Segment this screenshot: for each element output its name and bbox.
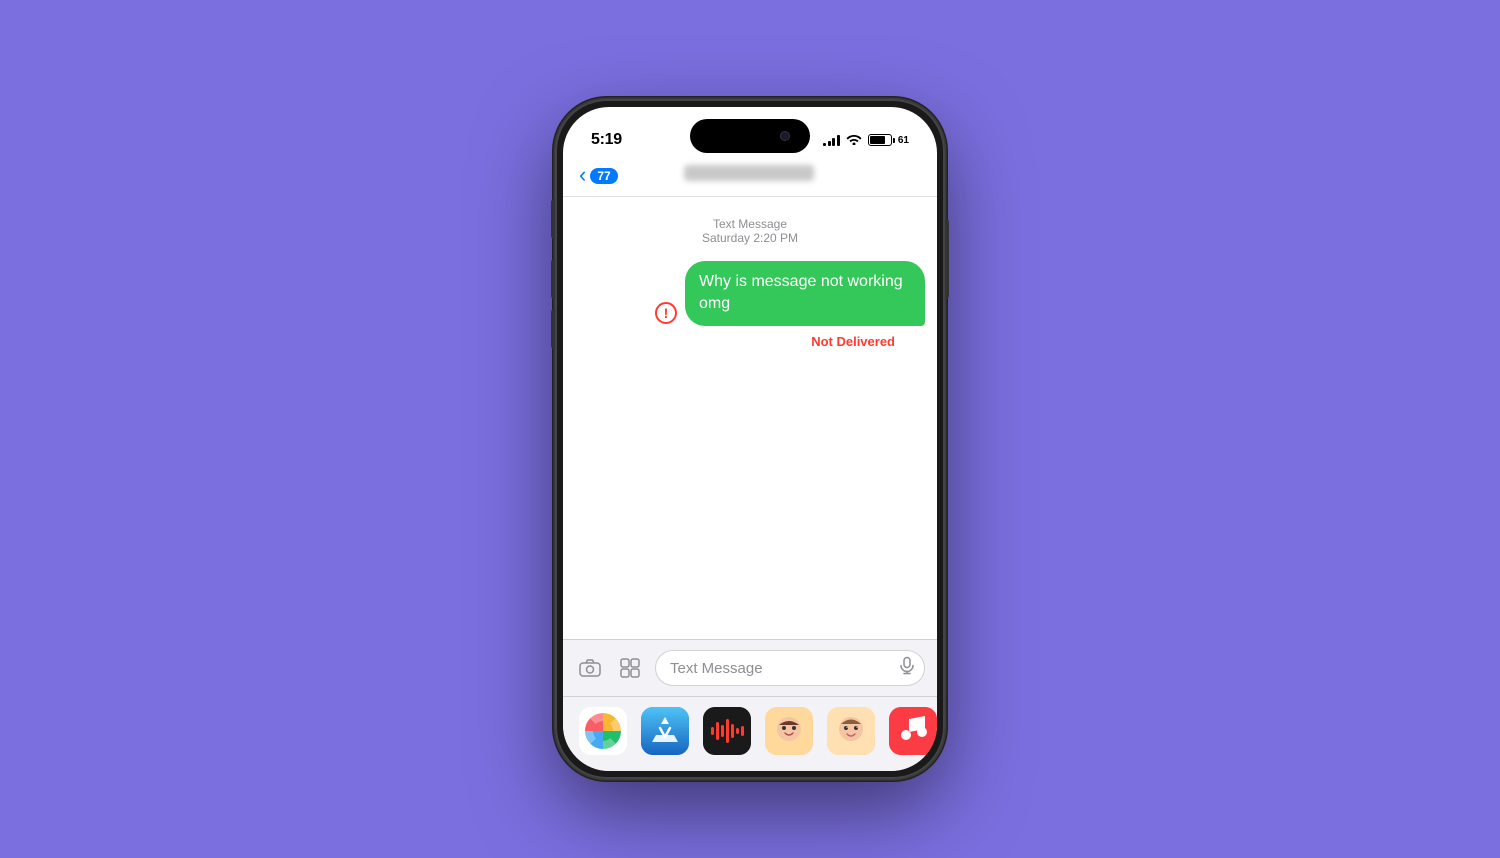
signal-bar-4	[837, 135, 840, 146]
contact-name[interactable]	[618, 165, 881, 186]
message-service-label: Text Message	[575, 217, 925, 231]
status-time: 5:19	[591, 131, 622, 149]
wifi-icon	[846, 133, 862, 148]
camera-dot	[780, 131, 790, 141]
messages-content: Text Message Saturday 2:20 PM ! Why is m…	[563, 197, 937, 639]
nav-bar: ‹ 77	[563, 159, 937, 197]
message-input-placeholder: Text Message	[670, 660, 763, 677]
dock-app-memoji2[interactable]	[827, 707, 875, 755]
dock-app-music[interactable]	[889, 707, 937, 755]
message-row-sent: ! Why is message not working omg	[575, 261, 925, 326]
status-bar: 5:19	[563, 107, 937, 159]
dock-app-voicememo[interactable]	[703, 707, 751, 755]
dock	[563, 696, 937, 771]
message-date-label: Saturday 2:20 PM	[575, 231, 925, 245]
back-button[interactable]: ‹ 77	[579, 166, 618, 186]
microphone-icon	[900, 657, 914, 680]
not-delivered-label: Not Delivered	[575, 334, 895, 349]
message-error-icon[interactable]: !	[655, 302, 677, 324]
input-area: Text Message	[563, 639, 937, 696]
battery-icon: 61	[868, 134, 909, 146]
message-timestamp: Text Message Saturday 2:20 PM	[575, 217, 925, 245]
phone-screen: 5:19	[563, 107, 937, 771]
status-icons: 61	[823, 133, 909, 148]
signal-bar-2	[828, 141, 831, 146]
dock-app-photos[interactable]	[579, 707, 627, 755]
page-background: 5:19	[0, 0, 1500, 858]
contact-name-blurred	[684, 165, 814, 181]
signal-bar-3	[832, 138, 835, 146]
phone-wrapper: 5:19	[555, 99, 945, 779]
back-badge: 77	[590, 168, 617, 184]
camera-button[interactable]	[575, 653, 605, 683]
apps-button[interactable]	[615, 653, 645, 683]
signal-bar-1	[823, 143, 826, 146]
dynamic-island	[690, 119, 810, 153]
signal-icon	[823, 134, 840, 146]
dock-app-memoji1[interactable]	[765, 707, 813, 755]
message-bubble-sent[interactable]: Why is message not working omg	[685, 261, 925, 326]
back-chevron-icon: ‹	[579, 164, 586, 186]
message-input-field[interactable]: Text Message	[655, 650, 925, 686]
dock-app-appstore[interactable]	[641, 707, 689, 755]
input-row: Text Message	[575, 650, 925, 686]
battery-percent: 61	[898, 135, 909, 146]
